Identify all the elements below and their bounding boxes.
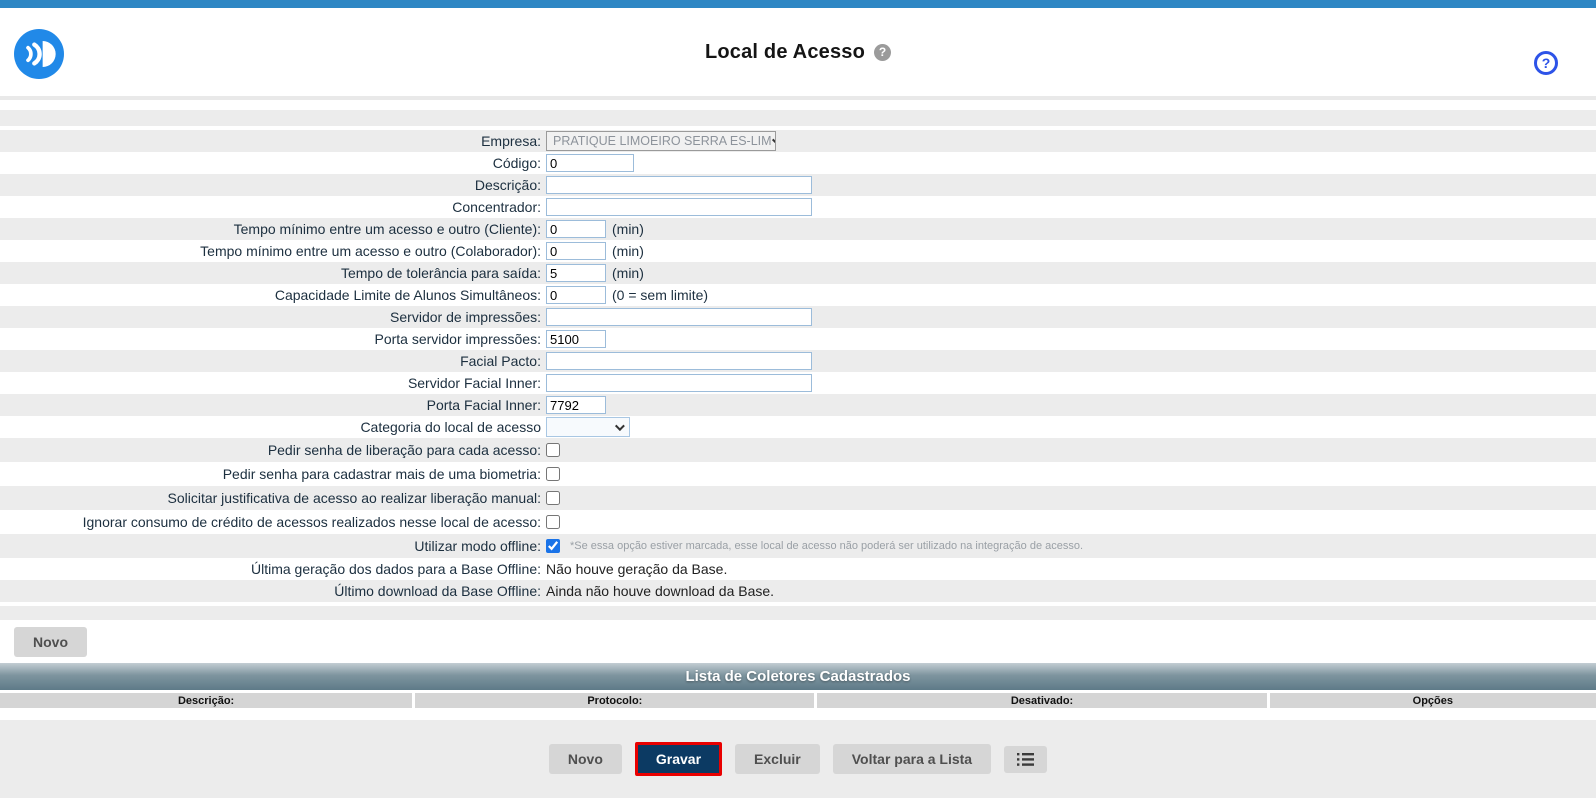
form-row-senha-liberacao: Pedir senha de liberação para cada acess… [0,438,1596,462]
form-row-facial-pacto: Facial Pacto: [0,350,1596,372]
justificativa-checkbox[interactable] [546,491,560,505]
form-row-ultimo-download: Último download da Base Offline: Ainda n… [0,580,1596,602]
porta-impressoes-label: Porta servidor impressões: [0,331,546,347]
descricao-input[interactable] [546,176,812,194]
page-help-icon[interactable]: ? [1534,51,1558,75]
senha-biometria-label: Pedir senha para cadastrar mais de uma b… [0,466,546,482]
form-row-categoria: Categoria do local de acesso [0,416,1596,438]
modo-offline-checkbox[interactable] [546,539,560,553]
form-row-empresa: Empresa: PRATIQUE LIMOEIRO SERRA ES-LIM [0,130,1596,152]
novo-button-top[interactable]: Novo [14,627,87,657]
voltar-button[interactable]: Voltar para a Lista [833,744,991,774]
top-actions: Novo [0,620,1596,663]
codigo-input[interactable] [546,154,634,172]
form-row-tolerancia: Tempo de tolerância para saída: (min) [0,262,1596,284]
local-de-acesso-form: Empresa: PRATIQUE LIMOEIRO SERRA ES-LIM … [0,130,1596,602]
porta-facial-inner-label: Porta Facial Inner: [0,397,546,413]
empty-row-bottom [0,606,1596,620]
tempo-colaborador-input[interactable] [546,242,606,260]
capacidade-input[interactable] [546,286,606,304]
tempo-cliente-label: Tempo mínimo entre um acesso e outro (Cl… [0,221,546,237]
concentrador-input[interactable] [546,198,812,216]
ultimo-download-label: Último download da Base Offline: [0,583,546,599]
coletores-section-header: Lista de Coletores Cadastrados [0,663,1596,690]
form-row-tempo-cliente: Tempo mínimo entre um acesso e outro (Cl… [0,218,1596,240]
senha-liberacao-label: Pedir senha de liberação para cada acess… [0,442,546,458]
tolerancia-suffix: (min) [612,265,644,281]
coletores-table-header: Descrição: Protocolo: Desativado: Opções [0,693,1596,708]
concentrador-label: Concentrador: [0,199,546,215]
chevron-down-icon [615,421,625,431]
form-row-tempo-colaborador: Tempo mínimo entre um acesso e outro (Co… [0,240,1596,262]
facial-pacto-input[interactable] [546,352,812,370]
top-accent-bar [0,0,1596,8]
servidor-impressoes-label: Servidor de impressões: [0,309,546,325]
excluir-button[interactable]: Excluir [735,744,820,774]
footer-action-bar: Novo Gravar Excluir Voltar para a Lista [0,720,1596,798]
form-row-modo-offline: Utilizar modo offline: *Se essa opção es… [0,534,1596,558]
tempo-colaborador-label: Tempo mínimo entre um acesso e outro (Co… [0,243,546,259]
servidor-impressoes-input[interactable] [546,308,812,326]
empresa-label: Empresa: [0,133,546,149]
tempo-cliente-input[interactable] [546,220,606,238]
tolerancia-input[interactable] [546,264,606,282]
list-icon [1017,753,1034,766]
ignorar-credito-checkbox[interactable] [546,515,560,529]
descricao-label: Descrição: [0,177,546,193]
senha-biometria-checkbox[interactable] [546,467,560,481]
empresa-select-value: PRATIQUE LIMOEIRO SERRA ES-LIM [553,134,772,148]
ignorar-credito-label: Ignorar consumo de crédito de acessos re… [0,514,546,530]
empresa-select[interactable]: PRATIQUE LIMOEIRO SERRA ES-LIM [546,131,776,151]
form-row-justificativa: Solicitar justificativa de acesso ao rea… [0,486,1596,510]
capacidade-label: Capacidade Limite de Alunos Simultâneos: [0,287,546,303]
codigo-label: Código: [0,155,546,171]
tolerancia-label: Tempo de tolerância para saída: [0,265,546,281]
modo-offline-note: *Se essa opção estiver marcada, esse loc… [570,540,1083,552]
tempo-colaborador-suffix: (min) [612,243,644,259]
title-help-icon[interactable]: ? [874,44,891,61]
column-header-desativado: Desativado: [817,693,1266,708]
chevron-down-icon [772,135,776,145]
categoria-label: Categoria do local de acesso [0,419,546,435]
novo-button[interactable]: Novo [549,744,622,774]
form-row-ultima-geracao: Última geração dos dados para a Base Off… [0,558,1596,580]
ultima-geracao-value: Não houve geração da Base. [546,561,727,577]
column-header-descricao: Descrição: [0,693,412,708]
ultimo-download-value: Ainda não houve download da Base. [546,583,774,599]
form-row-ignorar-credito: Ignorar consumo de crédito de acessos re… [0,510,1596,534]
form-row-descricao: Descrição: [0,174,1596,196]
justificativa-label: Solicitar justificativa de acesso ao rea… [0,490,546,506]
list-view-button[interactable] [1004,746,1047,773]
column-header-protocolo: Protocolo: [415,693,814,708]
form-row-porta-facial-inner: Porta Facial Inner: [0,394,1596,416]
empty-row-top [0,110,1596,126]
porta-facial-inner-input[interactable] [546,396,606,414]
form-row-servidor-facial-inner: Servidor Facial Inner: [0,372,1596,394]
senha-liberacao-checkbox[interactable] [546,443,560,457]
ultima-geracao-label: Última geração dos dados para a Base Off… [0,561,546,577]
categoria-select[interactable] [546,417,630,437]
form-row-concentrador: Concentrador: [0,196,1596,218]
porta-impressoes-input[interactable] [546,330,606,348]
servidor-facial-inner-input[interactable] [546,374,812,392]
column-header-opcoes: Opções [1270,693,1596,708]
servidor-facial-inner-label: Servidor Facial Inner: [0,375,546,391]
facial-pacto-label: Facial Pacto: [0,353,546,369]
form-row-servidor-impressoes: Servidor de impressões: [0,306,1596,328]
form-row-capacidade: Capacidade Limite de Alunos Simultâneos:… [0,284,1596,306]
gravar-button[interactable]: Gravar [635,742,722,776]
form-row-codigo: Código: [0,152,1596,174]
form-row-porta-impressoes: Porta servidor impressões: [0,328,1596,350]
app-logo-icon[interactable] [14,29,64,79]
modo-offline-label: Utilizar modo offline: [0,538,546,554]
tempo-cliente-suffix: (min) [612,221,644,237]
form-row-senha-biometria: Pedir senha para cadastrar mais de uma b… [0,462,1596,486]
page-title: Local de Acesso [705,41,865,64]
page-header: Local de Acesso ? ? [0,8,1596,96]
capacidade-suffix: (0 = sem limite) [612,287,708,303]
